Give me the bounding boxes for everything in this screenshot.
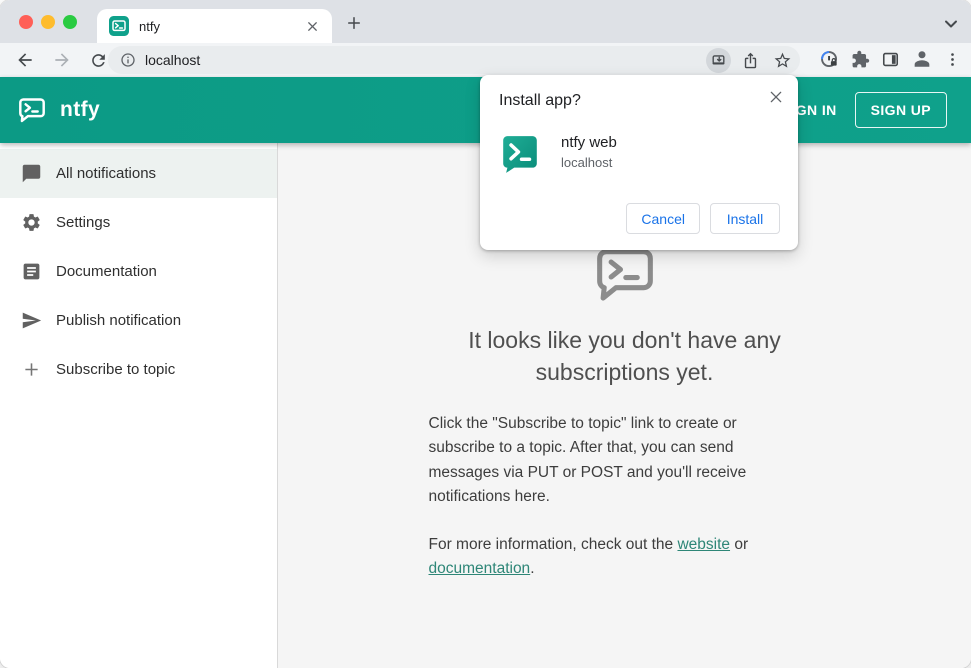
empty-state-paragraph: Click the "Subscribe to topic" link to c… — [428, 415, 747, 505]
sidebar-item-settings[interactable]: Settings — [0, 198, 277, 247]
forward-icon[interactable] — [52, 50, 72, 70]
url-text: localhost — [145, 52, 201, 68]
tab-search-chevron-icon[interactable] — [944, 16, 958, 34]
sidebar-item-label: Documentation — [56, 263, 157, 280]
chat-bubble-icon — [21, 163, 42, 184]
browser-tab[interactable]: ntfy — [97, 9, 332, 43]
install-app-dialog: Install app? ntfy web localhost Cancel I… — [480, 75, 798, 250]
address-bar[interactable]: localhost — [108, 46, 800, 74]
dialog-app-origin: localhost — [561, 155, 613, 170]
extensions-puzzle-icon[interactable] — [851, 50, 870, 69]
more-info-text: . — [530, 559, 535, 577]
sidebar-item-subscribe-to-topic[interactable]: Subscribe to topic — [0, 345, 277, 394]
ntfy-app-icon — [499, 133, 541, 175]
tab-close-icon[interactable] — [305, 19, 320, 34]
more-info-text: or — [730, 535, 749, 553]
sidebar-item-label: Subscribe to topic — [56, 361, 176, 378]
install-app-icon[interactable] — [706, 47, 731, 73]
dialog-title: Install app? — [499, 92, 581, 109]
sidebar: All notifications Settings Documentation… — [0, 143, 278, 668]
tab-title: ntfy — [139, 18, 160, 34]
empty-state-more-info: For more information, check out the webs… — [429, 533, 821, 581]
sidebar-item-label: All notifications — [56, 165, 157, 182]
sidebar-item-documentation[interactable]: Documentation — [0, 247, 277, 296]
site-info-icon[interactable] — [120, 52, 136, 68]
reload-icon[interactable] — [89, 51, 108, 70]
cancel-button[interactable]: Cancel — [626, 203, 700, 234]
share-icon[interactable] — [738, 48, 763, 73]
ntfy-logo-icon — [16, 94, 48, 126]
zoom-window-button[interactable] — [63, 15, 77, 29]
install-button[interactable]: Install — [710, 203, 780, 234]
plus-icon — [21, 359, 42, 380]
website-link[interactable]: website — [677, 536, 730, 553]
more-info-text: For more information, check out the — [428, 535, 678, 553]
close-window-button[interactable] — [19, 15, 33, 29]
tab-strip: ntfy — [0, 0, 971, 43]
app-title: ntfy — [60, 98, 101, 121]
kebab-menu-icon[interactable] — [944, 51, 961, 68]
dialog-close-icon[interactable] — [765, 86, 787, 108]
minimize-window-button[interactable] — [41, 15, 55, 29]
sign-up-button[interactable]: SIGN UP — [854, 92, 947, 128]
empty-state-heading: It looks like you don't have any subscri… — [468, 327, 781, 385]
browser-window: ntfy localhost ntfy SIGN IN SIGN UP All … — [0, 0, 971, 668]
ntfy-terminal-icon-large — [429, 245, 821, 309]
sidebar-item-label: Publish notification — [56, 312, 182, 329]
sidebar-item-publish-notification[interactable]: Publish notification — [0, 296, 277, 345]
documentation-link[interactable]: documentation — [429, 560, 531, 577]
new-tab-button[interactable] — [344, 13, 364, 33]
password-extension-icon[interactable] — [819, 49, 840, 70]
dialog-app-name: ntfy web — [561, 134, 617, 151]
profile-avatar[interactable] — [911, 48, 933, 70]
sidebar-item-all-notifications[interactable]: All notifications — [0, 149, 277, 198]
send-icon — [21, 310, 42, 331]
sidebar-item-label: Settings — [56, 214, 111, 231]
traffic-lights — [19, 15, 77, 29]
gear-icon — [21, 212, 42, 233]
browser-toolbar: localhost — [0, 43, 971, 77]
bookmark-star-icon[interactable] — [770, 48, 795, 73]
back-icon[interactable] — [15, 50, 35, 70]
side-panel-icon[interactable] — [881, 50, 900, 69]
article-icon — [21, 261, 42, 282]
tab-favicon-ntfy-icon — [109, 16, 129, 36]
